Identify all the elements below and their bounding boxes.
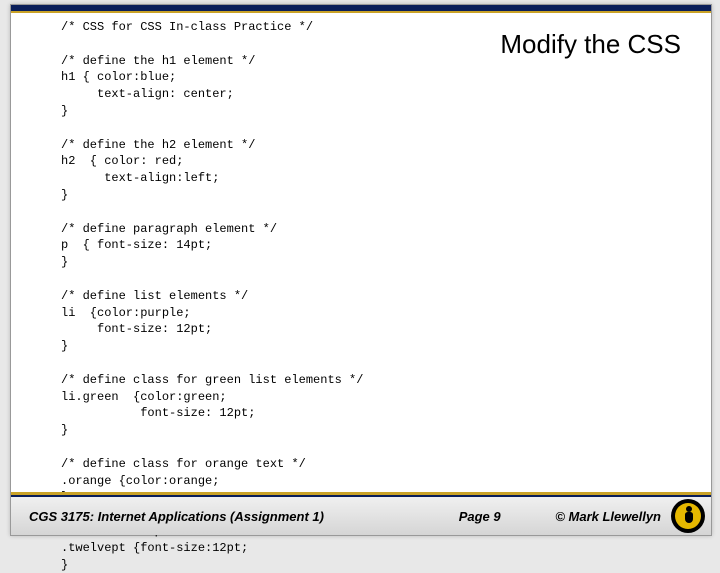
top-accent-bar	[11, 5, 711, 13]
ucf-logo	[671, 499, 705, 533]
footer-course: CGS 3175: Internet Applications (Assignm…	[11, 509, 324, 524]
footer-page: Page 9	[324, 509, 555, 524]
slide: Modify the CSS /* CSS for CSS In-class P…	[10, 4, 712, 536]
footer-bar: CGS 3175: Internet Applications (Assignm…	[11, 495, 711, 535]
content-area: Modify the CSS /* CSS for CSS In-class P…	[61, 19, 691, 491]
slide-title: Modify the CSS	[500, 29, 681, 60]
css-code-block: /* CSS for CSS In-class Practice */ /* d…	[61, 19, 691, 573]
